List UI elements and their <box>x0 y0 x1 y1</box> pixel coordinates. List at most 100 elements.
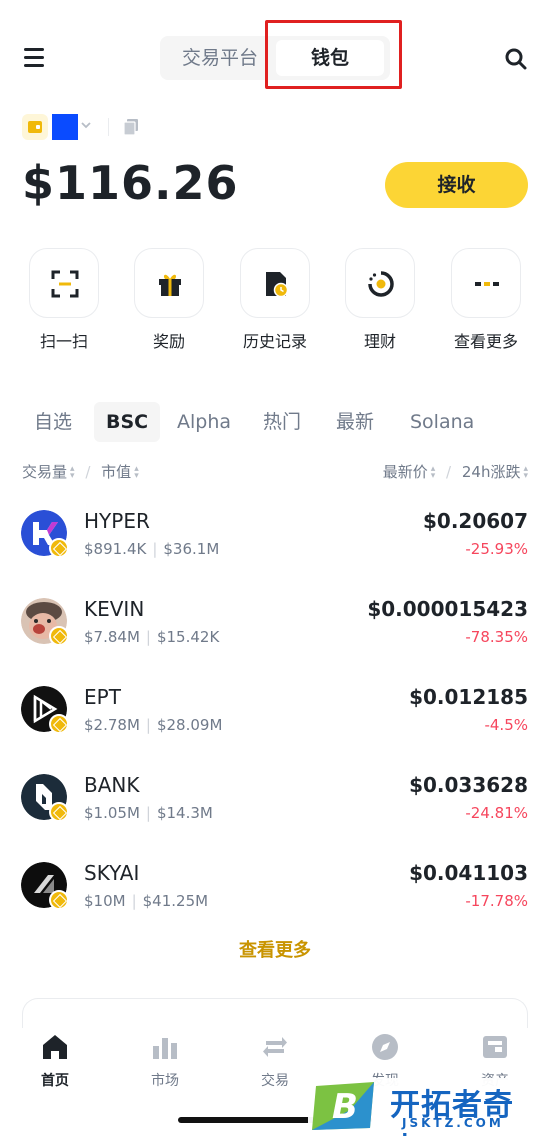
nav-home[interactable]: 首页 <box>15 1030 95 1090</box>
nav-market[interactable]: 市场 <box>125 1030 205 1090</box>
tab-hot[interactable]: 热门 <box>263 402 301 442</box>
market-icon <box>153 1038 177 1059</box>
action-label: 理财 <box>363 332 396 351</box>
sort-change[interactable]: 24h涨跌 ▴ ▾ <box>462 463 528 481</box>
next-card <box>22 998 528 1028</box>
token-row-hyper[interactable]: HYPER $891.4K | $36.1M $0.20607 -25.93% <box>0 500 550 580</box>
token-stats: $891.4K | $36.1M <box>84 540 219 558</box>
token-change: -78.35% <box>465 628 528 646</box>
avatar <box>52 114 78 140</box>
token-row-kevin[interactable]: KEVIN $7.84M | $15.42K $0.000015423 -78.35… <box>0 588 550 668</box>
top-header: 交易平台 钱包 <box>0 0 550 110</box>
token-stats: $10M | $41.25M <box>84 892 208 910</box>
tab-bsc[interactable]: BSC <box>94 402 161 442</box>
action-scan[interactable]: 扫一扫 <box>14 248 114 352</box>
action-more[interactable]: 查看更多 <box>436 248 536 352</box>
sort-caret-icon: ▴ ▾ <box>70 463 75 481</box>
divider <box>108 118 109 136</box>
token-change: -25.93% <box>465 540 528 558</box>
divider: | <box>145 716 151 734</box>
token-price: $0.041103 <box>409 861 528 885</box>
quick-actions: 扫一扫 奖励 历史记录 理财 查看更多 <box>0 248 550 358</box>
sort-market-cap[interactable]: 市值 ▴ ▾ <box>101 463 139 481</box>
action-label: 历史记录 <box>242 332 307 351</box>
menu-icon[interactable] <box>24 48 44 68</box>
token-volume: $891.4K <box>84 540 147 558</box>
token-name: SKYAI <box>84 861 140 885</box>
action-earn[interactable]: 理财 <box>330 248 430 352</box>
divider: | <box>145 804 151 822</box>
sort-last-price[interactable]: 最新价 ▴ ▾ <box>383 463 436 481</box>
token-name: BANK <box>84 773 140 797</box>
token-row-bank[interactable]: BANK $1.05M | $14.3M $0.033628 -24.81% <box>0 764 550 844</box>
account-switcher[interactable] <box>22 114 222 142</box>
annotation-highlight-box <box>265 20 402 89</box>
divider: / <box>85 463 91 481</box>
token-market-cap: $14.3M <box>156 804 213 822</box>
token-market-cap: $41.25M <box>142 892 209 910</box>
action-history[interactable]: 历史记录 <box>225 248 325 352</box>
nav-label: 交易 <box>261 1073 289 1089</box>
wallet-icon <box>22 114 48 140</box>
search-icon[interactable] <box>504 47 528 71</box>
token-change: -24.81% <box>465 804 528 822</box>
more-icon <box>475 282 499 286</box>
bnb-chain-badge-icon <box>49 714 69 734</box>
divider: | <box>152 540 158 558</box>
rewards-tile <box>134 248 204 318</box>
scan-icon <box>51 270 79 298</box>
chevron-down-icon <box>81 122 91 129</box>
history-icon <box>266 272 289 298</box>
token-volume: $1.05M <box>84 804 140 822</box>
assets-icon <box>483 1036 507 1058</box>
token-volume: $2.78M <box>84 716 140 734</box>
tab-exchange[interactable]: 交易平台 <box>168 36 272 80</box>
token-price: $0.20607 <box>422 509 528 533</box>
sort-caret-icon: ▴ ▾ <box>430 463 436 481</box>
token-stats: $2.78M | $28.09M <box>84 716 222 734</box>
earn-icon <box>368 271 394 297</box>
action-rewards[interactable]: 奖励 <box>119 248 219 352</box>
sort-volume[interactable]: 交易量 ▴ ▾ <box>22 463 75 481</box>
sort-caret-icon: ▴ ▾ <box>523 463 528 481</box>
token-price: $0.000015423 <box>367 597 528 621</box>
token-price: $0.033628 <box>409 773 528 797</box>
sort-caret-icon: ▴ ▾ <box>134 463 139 481</box>
watermark-url: JSKTZ.COM <box>402 1116 504 1130</box>
gift-icon <box>159 274 181 296</box>
watermark-b-icon: B <box>312 1082 374 1130</box>
tab-alpha[interactable]: Alpha <box>177 402 231 442</box>
token-price: $0.012185 <box>409 685 528 709</box>
token-stats: $1.05M | $14.3M <box>84 804 213 822</box>
nav-trade[interactable]: 交易 <box>235 1030 315 1090</box>
market-tabs: 自选 BSC Alpha 热门 最新 Solana <box>20 402 540 442</box>
tab-favorites[interactable]: 自选 <box>34 402 72 442</box>
history-tile <box>240 248 310 318</box>
token-name: EPT <box>84 685 121 709</box>
token-market-cap: $28.09M <box>156 716 223 734</box>
sort-volume-label: 交易量 <box>22 463 68 481</box>
bnb-chain-badge-icon <box>49 890 69 910</box>
nav-label: 市场 <box>151 1073 179 1089</box>
sort-market-cap-label: 市值 <box>101 463 132 481</box>
home-icon <box>43 1035 67 1059</box>
sort-change-label: 24h涨跌 <box>461 463 521 481</box>
token-row-ept[interactable]: EPT $2.78M | $28.09M $0.012185 -4.5% <box>0 676 550 756</box>
divider: | <box>131 892 137 910</box>
token-row-skyai[interactable]: SKYAI $10M | $41.25M $0.041103 -17.78% <box>0 852 550 932</box>
view-more-link[interactable]: 查看更多 <box>0 936 550 962</box>
copy-icon[interactable] <box>122 118 140 136</box>
receive-button[interactable]: 接收 <box>385 162 528 208</box>
nav-label: 首页 <box>41 1073 69 1089</box>
total-balance: $116.26 <box>22 156 239 210</box>
action-label: 查看更多 <box>453 332 518 351</box>
action-label: 奖励 <box>152 332 185 351</box>
more-tile <box>451 248 521 318</box>
divider: | <box>145 628 151 646</box>
trade-icon <box>263 1037 287 1057</box>
bnb-chain-badge-icon <box>49 626 69 646</box>
svg-text:B: B <box>332 1087 358 1127</box>
tab-solana[interactable]: Solana <box>410 402 474 442</box>
token-name: KEVIN <box>84 597 145 621</box>
tab-new[interactable]: 最新 <box>336 402 374 442</box>
